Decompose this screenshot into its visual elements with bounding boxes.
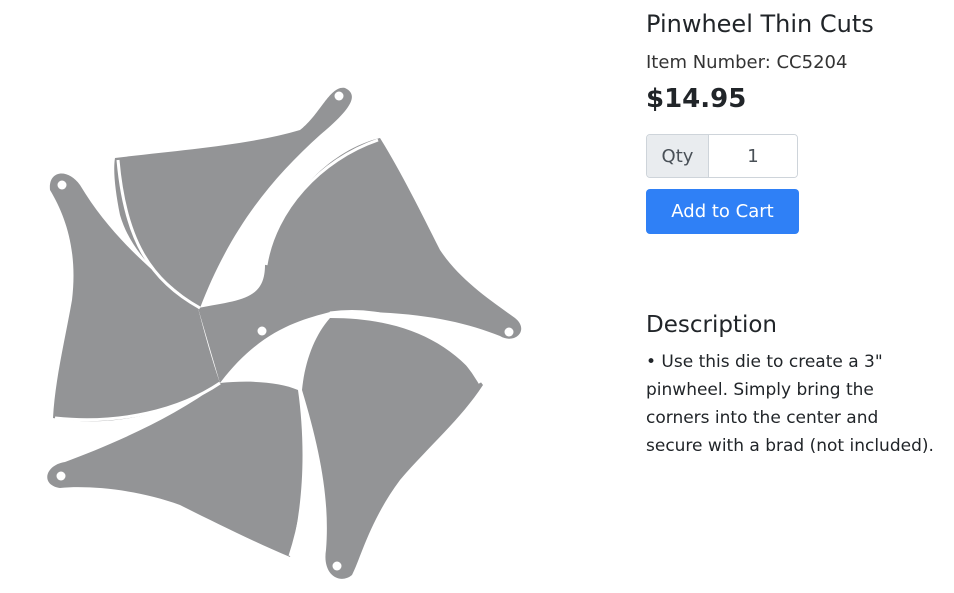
add-to-cart-button[interactable]: Add to Cart [646,189,799,234]
qty-label: Qty [647,135,709,177]
description-line: • Use this die to create a 3" [646,352,883,372]
quantity-input[interactable] [709,135,797,177]
quantity-group: Qty [646,134,798,178]
description-heading: Description [646,312,777,338]
description-line: secure with a brad (not included). [646,436,934,456]
product-price: $14.95 [646,84,747,114]
description-line: corners into the center and [646,408,879,428]
product-title: Pinwheel Thin Cuts [646,10,874,38]
product-image [47,87,522,579]
description-line: pinwheel. Simply bring the [646,380,874,400]
description-text: • Use this die to create a 3" pinwheel. … [646,348,946,460]
item-number: Item Number: CC5204 [646,52,848,73]
product-page: Pinwheel Thin Cuts Item Number: CC5204 $… [0,0,954,593]
